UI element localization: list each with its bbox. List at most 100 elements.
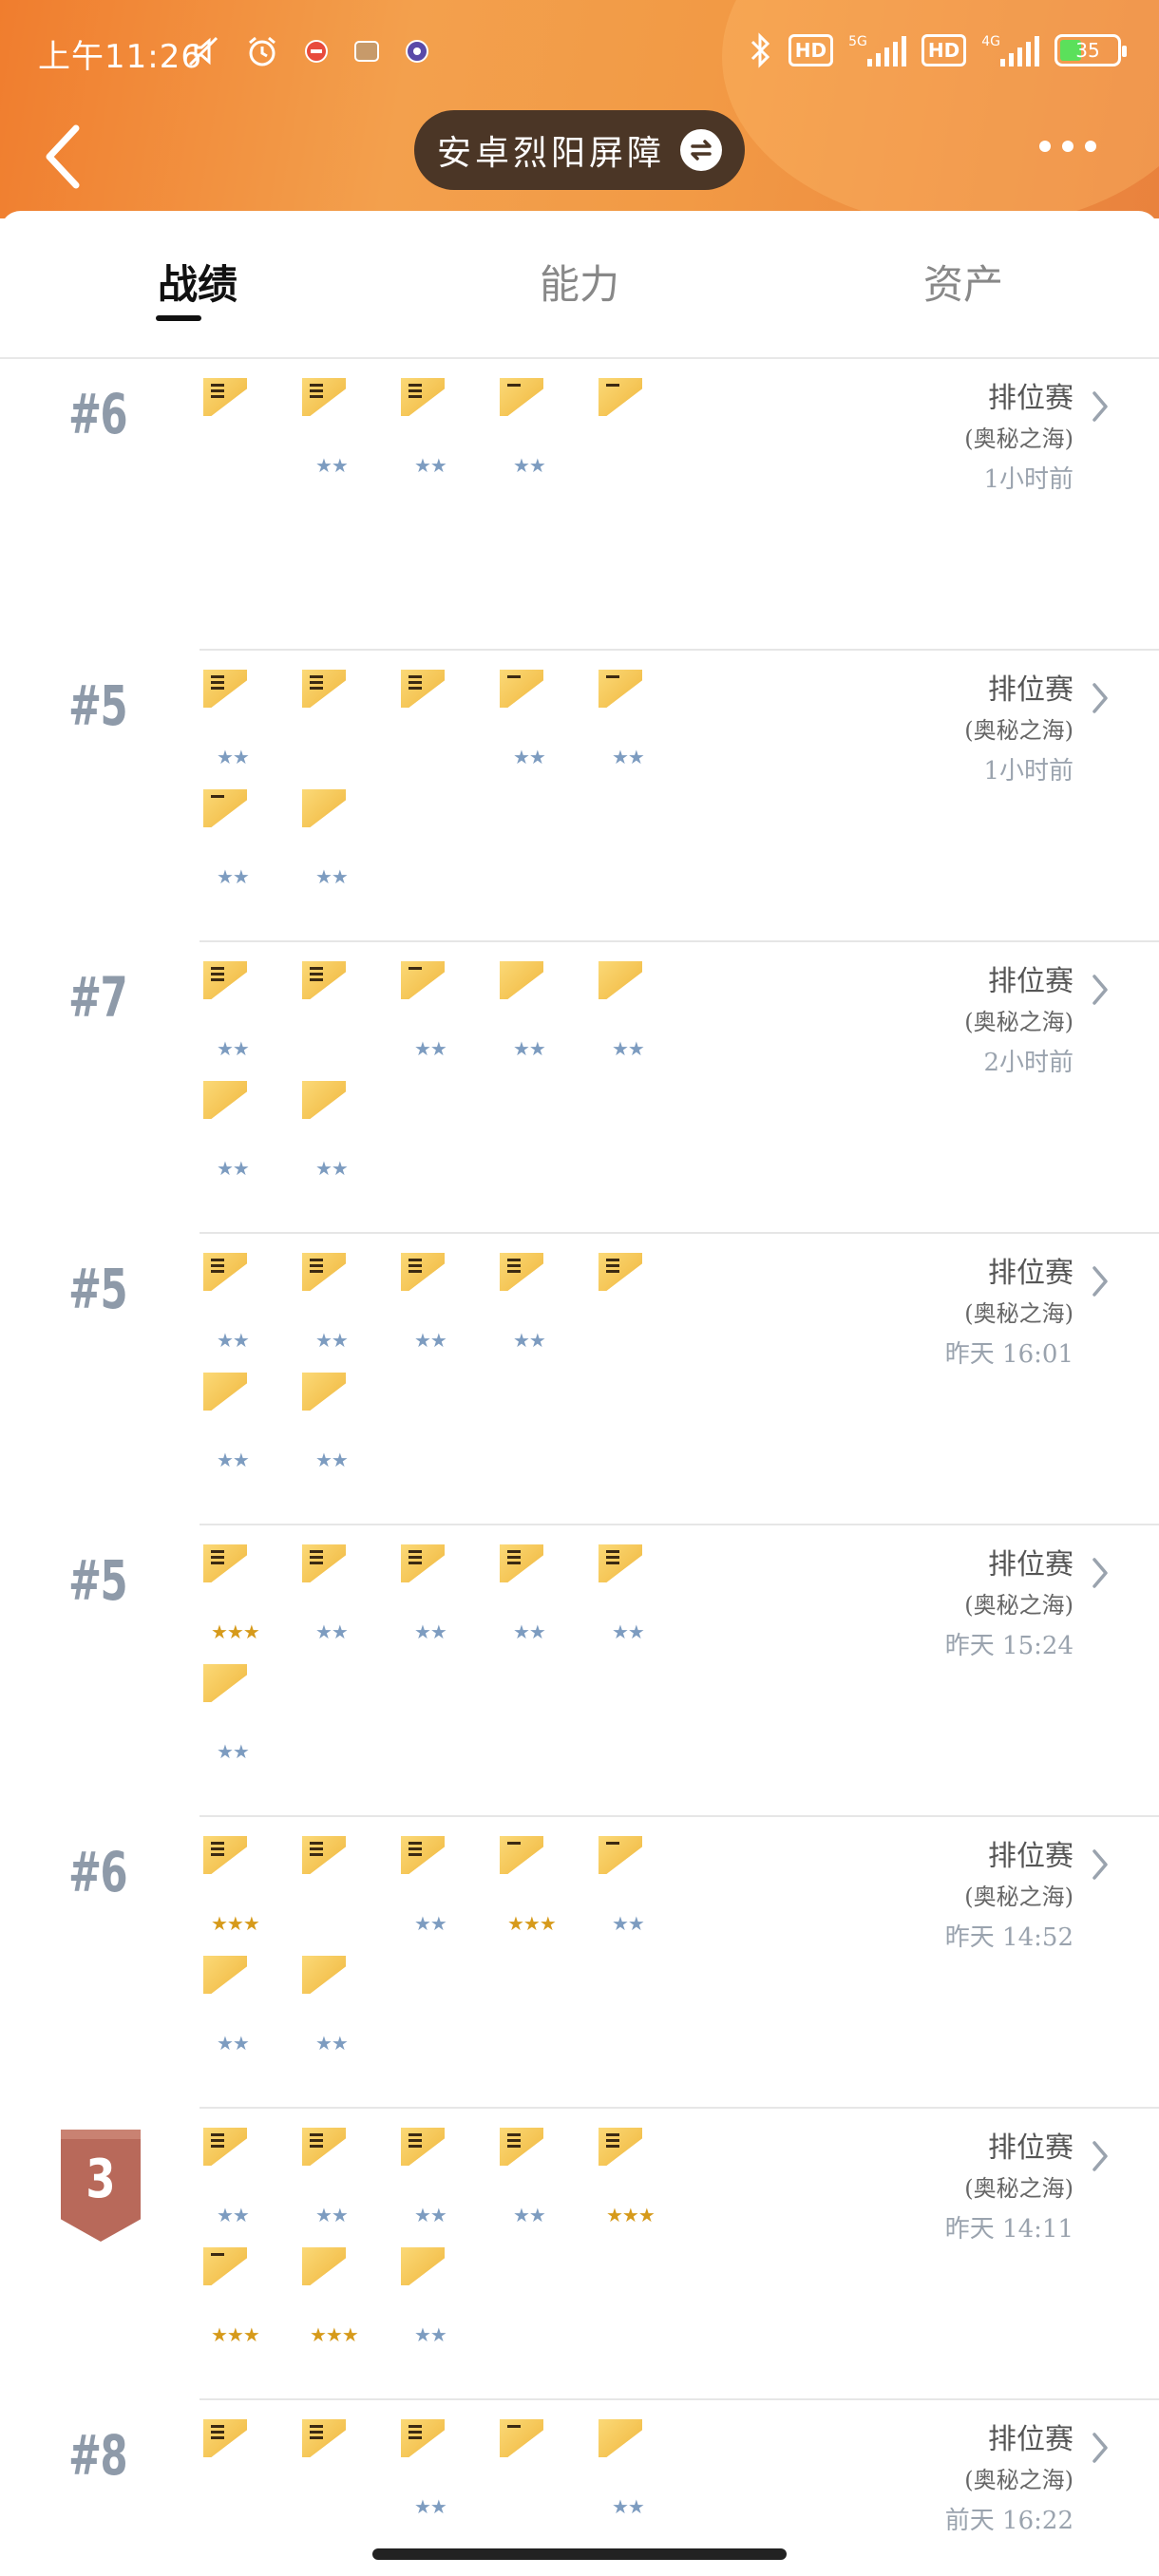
page-title: 安卓烈阳屏障 (436, 134, 665, 173)
tab-ability[interactable]: 能力 (504, 253, 656, 311)
chevron-right-icon[interactable] (1089, 2429, 1112, 2467)
back-button[interactable] (38, 114, 95, 199)
hero-card-icon (598, 378, 642, 416)
chevron-right-icon[interactable] (1089, 1262, 1112, 1300)
match-mode: 排位赛 (988, 673, 1074, 707)
hero-slot: ★★ (203, 961, 270, 1058)
hero-slot: ★★ (500, 2128, 566, 2225)
hero-card-icon (203, 1081, 247, 1119)
hero-slot: ★★ (203, 670, 270, 767)
chevron-right-icon[interactable] (1089, 1846, 1112, 1884)
hero-card-icon (302, 2247, 346, 2285)
account-switcher-pill[interactable]: 安卓烈阳屏障 (414, 110, 745, 190)
hero-card-icon (203, 1253, 247, 1291)
chevron-right-icon[interactable] (1089, 2137, 1112, 2175)
nav-bar: 安卓烈阳屏障 (0, 104, 1159, 209)
hero-star-rating: ★★★ (310, 2323, 359, 2346)
hero-card-icon (598, 961, 642, 999)
hero-star-rating: ★★ (612, 746, 645, 768)
chevron-left-icon (46, 124, 80, 189)
match-row[interactable]: #5 ★★ ★★ ★★ ★★ ★★ ★★ 排位赛 (奥秘之海) 昨天 16:01 (0, 1234, 1159, 1525)
hero-card-icon (500, 1253, 543, 1291)
hero-star-rating: ★★★ (211, 1620, 260, 1643)
hero-slot: ★★ (401, 1544, 467, 1641)
chevron-right-icon[interactable] (1089, 388, 1112, 426)
match-row[interactable]: #5 ★★ ★★ ★★ ★★ ★★ 排位赛 (奥秘之海) 1小时前 (0, 651, 1159, 942)
hero-card-icon (500, 1836, 543, 1874)
hero-card-icon (302, 1081, 346, 1119)
more-dots-icon[interactable] (1039, 141, 1096, 152)
hero-star-rating: ★★★ (211, 2323, 260, 2346)
match-meta: 排位赛 (奥秘之海) 1小时前 (964, 378, 1074, 502)
chevron-right-icon[interactable] (1089, 1554, 1112, 1592)
match-mode: 排位赛 (988, 965, 1074, 998)
hero-slot: ★★ (302, 1544, 369, 1641)
hero-slot: ★★★ (203, 1836, 270, 1933)
signal-5g-icon: 5G (848, 34, 906, 66)
hero-slot: ★★ (203, 1956, 270, 2053)
match-meta: 排位赛 (奥秘之海) 2小时前 (964, 961, 1074, 1085)
hero-slot: ★★ (203, 1253, 270, 1350)
hero-card-icon (598, 2419, 642, 2457)
hero-slot (302, 1836, 369, 1874)
hero-slot: ★★ (500, 378, 566, 475)
match-rank: #5 (68, 673, 128, 738)
hero-card-icon (203, 2128, 247, 2166)
match-time: 昨天 16:01 (944, 1340, 1074, 1369)
hero-slot: ★★ (203, 2128, 270, 2225)
home-indicator[interactable] (372, 2548, 787, 2560)
hero-card-icon (302, 2419, 346, 2457)
hero-card-icon (500, 1544, 543, 1582)
hero-card-icon (401, 2128, 445, 2166)
hero-card-icon (401, 2419, 445, 2457)
hero-star-rating: ★★ (217, 746, 250, 768)
match-row[interactable]: #7 ★★ ★★ ★★ ★★ ★★ ★★ 排位赛 (奥秘之海) 2小时前 (0, 942, 1159, 1234)
hero-star-rating: ★★ (217, 1449, 250, 1471)
signal-4g-icon: 4G (981, 34, 1039, 66)
match-row[interactable]: #6 ★★ ★★ ★★ 排位赛 (奥秘之海) 1小时前 (0, 359, 1159, 651)
hero-slot: ★★ (598, 1836, 665, 1933)
hero-card-icon (203, 670, 247, 708)
match-rank: #8 (68, 2423, 128, 2488)
match-row[interactable]: #6 ★★★ ★★ ★★★ ★★ ★★ ★★ 排位赛 (奥秘之海) 昨天 14:52 (0, 1817, 1159, 2109)
app-header: 上午11:26 HD 5G HD 4G 35 安卓烈阳屏障 (0, 0, 1159, 218)
hero-slot: ★★ (598, 1544, 665, 1641)
match-time: 1小时前 (983, 757, 1074, 786)
match-mode-map: (奥秘之海) (964, 1884, 1074, 1910)
hero-star-rating: ★★ (513, 1329, 546, 1352)
hero-card-icon (203, 2247, 247, 2285)
hero-slot (598, 1253, 665, 1291)
match-rank: #7 (68, 965, 128, 1030)
hero-slot: ★★★ (203, 1544, 270, 1641)
chevron-right-icon[interactable] (1089, 679, 1112, 717)
hero-card-icon (401, 1544, 445, 1582)
hero-slot: ★★ (203, 1373, 270, 1469)
hero-card-icon (203, 961, 247, 999)
hero-slot: ★★ (203, 1664, 270, 1761)
match-mode-map: (奥秘之海) (964, 2467, 1074, 2493)
hero-slot: ★★ (401, 2128, 467, 2225)
hero-card-icon (598, 670, 642, 708)
hero-slot: ★★ (302, 378, 369, 475)
match-row[interactable]: #5 ★★★ ★★ ★★ ★★ ★★ ★★ 排位赛 (奥秘之海) 昨天 15:24 (0, 1525, 1159, 1817)
match-rank: #5 (68, 1548, 128, 1613)
hero-slot: ★★ (203, 789, 270, 886)
hero-star-rating: ★★ (315, 1157, 349, 1180)
hero-card-icon (401, 378, 445, 416)
tab-record[interactable]: 战绩 (122, 253, 274, 311)
hero-card-icon (500, 2419, 543, 2457)
status-bar: 上午11:26 HD 5G HD 4G 35 (0, 0, 1159, 104)
hero-star-rating: ★★ (315, 2032, 349, 2055)
match-meta: 排位赛 (奥秘之海) 昨天 14:11 (945, 2128, 1074, 2251)
match-mode: 排位赛 (988, 2423, 1074, 2456)
match-row[interactable]: 3 ★★ ★★ ★★ ★★ ★★★ ★★★ ★★★ ★★ 排位赛 (奥秘之海) 昨天 14:11 (0, 2109, 1159, 2400)
hero-slot: ★★ (500, 961, 566, 1058)
tab-active-indicator (156, 315, 201, 321)
chevron-right-icon[interactable] (1089, 971, 1112, 1009)
hero-star-rating: ★★ (414, 454, 447, 477)
hero-star-rating: ★★ (315, 1620, 349, 1643)
network-4g-label: 4G (981, 34, 1000, 49)
tab-assets[interactable]: 资产 (887, 253, 1039, 311)
hero-star-rating: ★★ (217, 2032, 250, 2055)
hero-card-icon (203, 1544, 247, 1582)
